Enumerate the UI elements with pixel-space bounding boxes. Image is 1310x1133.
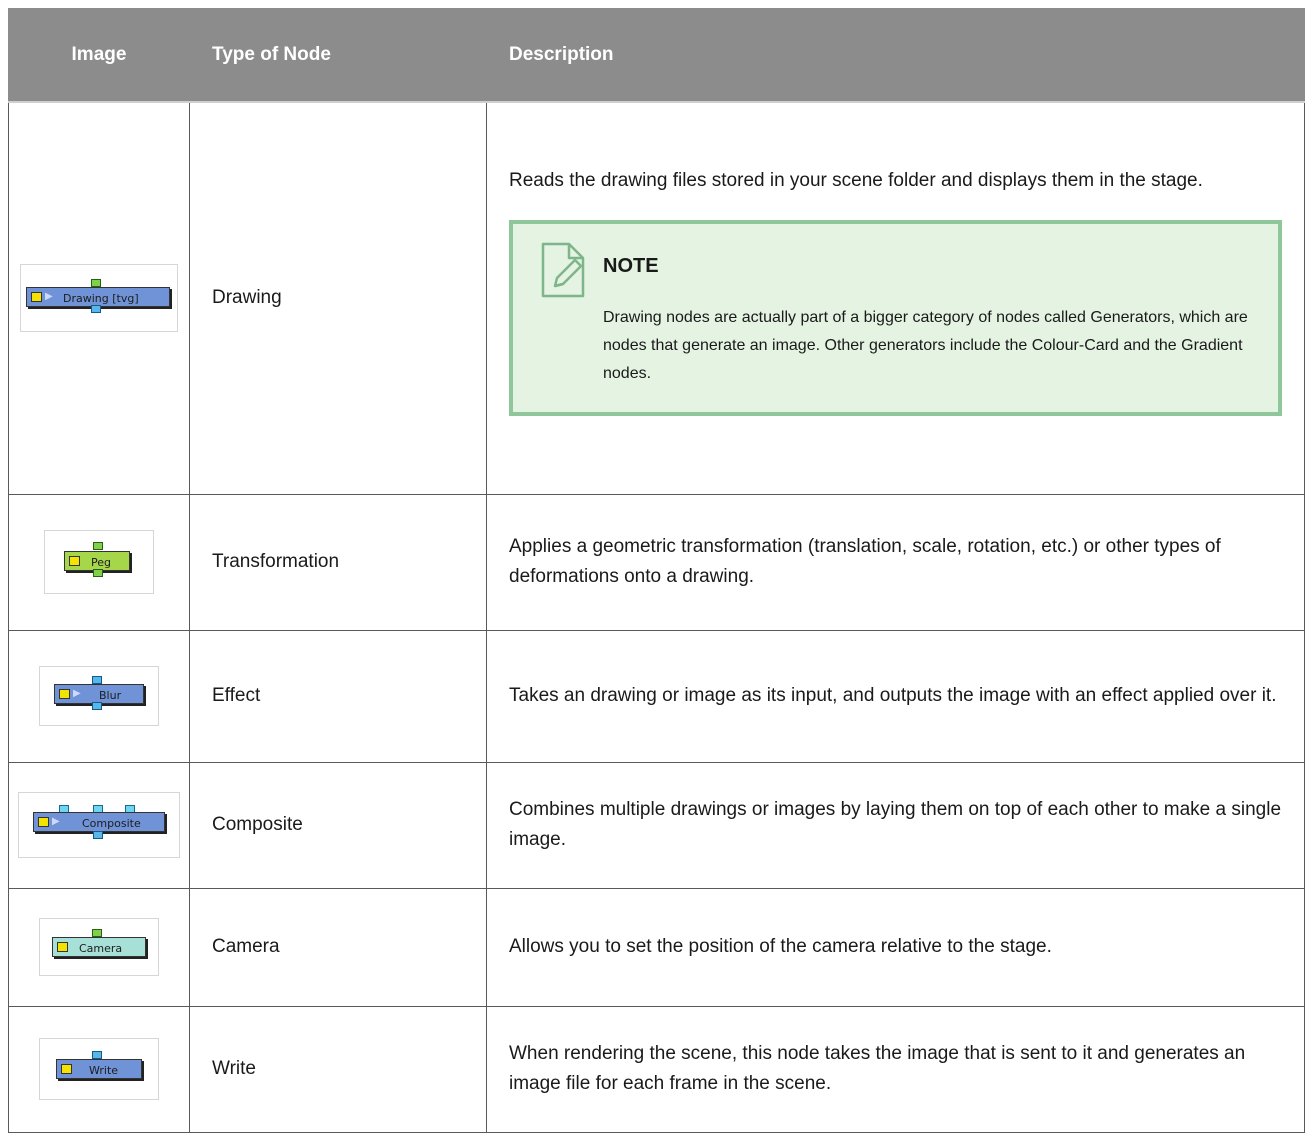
description-text: Takes an drawing or image as its input, …	[509, 684, 1277, 706]
output-port-icon	[91, 305, 101, 314]
description-cell: When rendering the scene, this node take…	[486, 1005, 1305, 1133]
description-cell: Reads the drawing files stored in your s…	[486, 101, 1305, 495]
description-cell: Applies a geometric transformation (tran…	[486, 493, 1305, 631]
type-cell: Camera	[189, 887, 487, 1007]
note-pencil-icon	[541, 243, 585, 298]
enable-square-icon	[69, 556, 80, 566]
output-port-icon	[93, 569, 103, 577]
node-types-table: Image Type of Node Description ▶ Drawing…	[8, 8, 1305, 1133]
note-title: NOTE	[603, 255, 659, 278]
camera-node-thumbnail: Camera	[39, 918, 159, 976]
description-cell: Combines multiple drawings or images by …	[486, 761, 1305, 889]
play-arrow-icon: ▶	[45, 291, 53, 303]
composite-node-thumbnail: ▶ Composite	[18, 792, 180, 858]
write-node: Write	[56, 1059, 142, 1079]
header-type: Type of Node	[189, 8, 487, 103]
input-port-icon	[91, 279, 101, 288]
table-row-drawing: ▶ Drawing [tvg] Drawing Reads the drawin…	[8, 101, 1305, 495]
node-label: Blur	[99, 689, 122, 702]
table-header-row: Image Type of Node Description	[8, 8, 1305, 103]
input-port-icon	[92, 929, 102, 937]
type-cell: Effect	[189, 629, 487, 763]
enable-square-icon	[57, 942, 68, 952]
write-node-thumbnail: Write	[39, 1038, 159, 1100]
drawing-node-thumbnail: ▶ Drawing [tvg]	[20, 264, 178, 333]
node-label: Camera	[79, 942, 123, 955]
blur-node: ▶ Blur	[54, 684, 144, 704]
description-text: Allows you to set the position of the ca…	[509, 935, 1052, 957]
header-description: Description	[486, 8, 1305, 103]
camera-node: Camera	[52, 937, 146, 957]
table-row-transformation: Peg Transformation Applies a geometric t…	[8, 493, 1305, 631]
image-cell: Write	[8, 1005, 190, 1133]
image-cell: ▶ Blur	[8, 629, 190, 763]
input-port-icon	[92, 1051, 102, 1059]
header-image: Image	[8, 8, 190, 103]
composite-node: ▶ Composite	[33, 812, 165, 832]
description-text: Reads the drawing files stored in your s…	[509, 170, 1203, 192]
type-cell: Transformation	[189, 493, 487, 631]
description-text: Applies a geometric transformation (tran…	[509, 535, 1221, 587]
output-port-icon	[92, 702, 102, 710]
description-text: Combines multiple drawings or images by …	[509, 798, 1282, 850]
peg-node: Peg	[64, 551, 130, 571]
play-arrow-icon: ▶	[73, 688, 81, 699]
image-cell: Camera	[8, 887, 190, 1007]
type-cell: Drawing	[189, 101, 487, 495]
description-cell: Takes an drawing or image as its input, …	[486, 629, 1305, 763]
output-port-icon	[93, 831, 103, 839]
table-row-camera: Camera Camera Allows you to set the posi…	[8, 887, 1305, 1007]
type-cell: Write	[189, 1005, 487, 1133]
peg-node-thumbnail: Peg	[44, 530, 154, 594]
description-cell: Allows you to set the position of the ca…	[486, 887, 1305, 1007]
image-cell: ▶ Drawing [tvg]	[8, 101, 190, 495]
enable-square-icon	[38, 817, 49, 827]
note-body: Drawing nodes are actually part of a big…	[603, 309, 1248, 383]
image-cell: Peg	[8, 493, 190, 631]
type-cell: Composite	[189, 761, 487, 889]
enable-square-icon	[61, 1064, 72, 1074]
enable-square-icon	[59, 689, 70, 699]
input-port-icon	[93, 542, 103, 550]
play-arrow-icon: ▶	[52, 816, 60, 827]
blur-node-thumbnail: ▶ Blur	[39, 666, 159, 726]
description-text: When rendering the scene, this node take…	[509, 1042, 1246, 1094]
image-cell: ▶ Composite	[8, 761, 190, 889]
note-box: NOTE Drawing nodes are actually part of …	[509, 220, 1282, 417]
table-row-effect: ▶ Blur Effect Takes an drawing or image …	[8, 629, 1305, 763]
table-row-composite: ▶ Composite Composite Combines multiple …	[8, 761, 1305, 889]
enable-square-icon	[31, 292, 42, 303]
drawing-node: ▶ Drawing [tvg]	[26, 287, 170, 308]
node-label: Composite	[82, 817, 141, 830]
input-port-icon	[92, 676, 102, 684]
node-label: Write	[89, 1064, 119, 1077]
table-row-write: Write Write When rendering the scene, th…	[8, 1005, 1305, 1133]
